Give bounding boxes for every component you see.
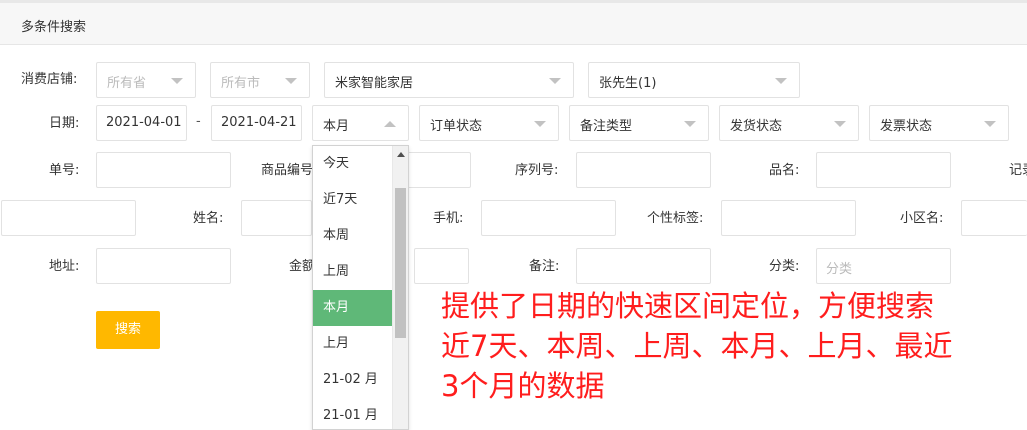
category-placeholder: 分类: [826, 262, 853, 277]
phone-input[interactable]: [481, 200, 616, 236]
tag-label: 个性标签:: [647, 211, 704, 226]
name-input[interactable]: [241, 200, 312, 236]
store-label: 消费店铺:: [21, 72, 78, 87]
province-select-value: 所有省: [107, 76, 147, 91]
dropdown-item-last-month[interactable]: 上月: [313, 326, 393, 362]
end-date-value: 2021-04-21: [221, 115, 297, 130]
chevron-down-icon: [984, 121, 996, 127]
date-range-select[interactable]: 本月: [312, 105, 409, 141]
panel-title: 多条件搜索: [21, 20, 87, 35]
province-select[interactable]: 所有省: [96, 62, 196, 98]
serial-label: 序列号:: [515, 163, 559, 178]
ship-status-value: 发货状态: [730, 119, 783, 134]
start-date-input[interactable]: 2021-04-01: [96, 105, 187, 141]
order-no-label: 单号:: [49, 163, 80, 178]
city-select-value: 所有市: [221, 76, 261, 91]
search-button[interactable]: 搜索: [96, 311, 160, 349]
remark-input[interactable]: [576, 248, 711, 284]
dropdown-item-this-month[interactable]: 本月: [313, 290, 393, 326]
name-label: 姓名:: [193, 211, 224, 226]
remark-type-value: 备注类型: [580, 119, 633, 134]
row4-leading-input[interactable]: [1, 200, 136, 236]
scroll-up-arrow-icon[interactable]: [397, 152, 405, 157]
address-label: 地址:: [49, 259, 80, 274]
remark-label: 备注:: [529, 259, 560, 274]
address-input[interactable]: [96, 248, 231, 284]
dropdown-item-last-week[interactable]: 上周: [313, 254, 393, 290]
product-code-label: 商品编号: [261, 163, 314, 178]
annotation-line-2: 近7天、本周、上周、本月、上月、最近: [441, 329, 953, 363]
amount-input[interactable]: [414, 248, 469, 284]
chevron-down-icon: [684, 121, 696, 127]
product-name-label: 品名:: [769, 163, 800, 178]
date-range-value: 本月: [323, 119, 350, 134]
chevron-down-icon: [549, 78, 561, 84]
order-status-select[interactable]: 订单状态: [419, 105, 559, 141]
person-select[interactable]: 张先生(1): [588, 62, 800, 98]
product-code-input[interactable]: [405, 152, 471, 188]
chevron-down-icon: [775, 78, 787, 84]
chevron-up-icon: [384, 121, 396, 127]
dropdown-item-2021-02[interactable]: 21-02 月: [313, 362, 393, 398]
district-input[interactable]: [961, 200, 1027, 236]
tag-input[interactable]: [721, 200, 856, 236]
chevron-down-icon: [285, 78, 297, 84]
category-label: 分类:: [769, 259, 800, 274]
chevron-down-icon: [171, 78, 183, 84]
dropdown-item-2021-01[interactable]: 21-01 月: [313, 398, 393, 429]
invoice-status-select[interactable]: 发票状态: [869, 105, 1009, 141]
dropdown-scrollbar[interactable]: [392, 146, 408, 429]
dropdown-item-today[interactable]: 今天: [313, 146, 393, 182]
annotation-text: 提供了日期的快速区间定位，方便搜索 近7天、本周、上周、本月、上月、最近 3个月…: [441, 286, 1021, 406]
store-select-value: 米家智能家居: [335, 76, 414, 91]
dropdown-item-this-week[interactable]: 本周: [313, 218, 393, 254]
date-range-dropdown: 今天 近7天 本周 上周 本月 上月 21-02 月 21-01 月: [312, 145, 409, 430]
dropdown-item-last7days[interactable]: 近7天: [313, 182, 393, 218]
category-input[interactable]: 分类: [816, 248, 951, 284]
invoice-status-value: 发票状态: [880, 119, 933, 134]
district-label: 小区名:: [900, 211, 944, 226]
person-select-value: 张先生(1): [599, 76, 657, 91]
panel-header: 多条件搜索: [0, 3, 1027, 45]
record-label: 记录: [1009, 163, 1027, 178]
annotation-line-3: 3个月的数据: [441, 369, 605, 403]
end-date-input[interactable]: 2021-04-21: [211, 105, 302, 141]
start-date-value: 2021-04-01: [106, 115, 182, 130]
remark-type-select[interactable]: 备注类型: [569, 105, 709, 141]
product-name-input[interactable]: [816, 152, 951, 188]
city-select[interactable]: 所有市: [210, 62, 310, 98]
chevron-down-icon: [534, 121, 546, 127]
serial-input[interactable]: [576, 152, 711, 188]
scrollbar-thumb[interactable]: [395, 188, 406, 338]
store-select[interactable]: 米家智能家居: [324, 62, 574, 98]
date-separator: -: [196, 114, 201, 129]
date-label: 日期:: [49, 116, 80, 131]
chevron-down-icon: [834, 121, 846, 127]
order-no-input[interactable]: [96, 152, 231, 188]
annotation-line-1: 提供了日期的快速区间定位，方便搜索: [441, 289, 935, 323]
order-status-value: 订单状态: [430, 119, 483, 134]
ship-status-select[interactable]: 发货状态: [719, 105, 859, 141]
phone-label: 手机:: [433, 211, 464, 226]
